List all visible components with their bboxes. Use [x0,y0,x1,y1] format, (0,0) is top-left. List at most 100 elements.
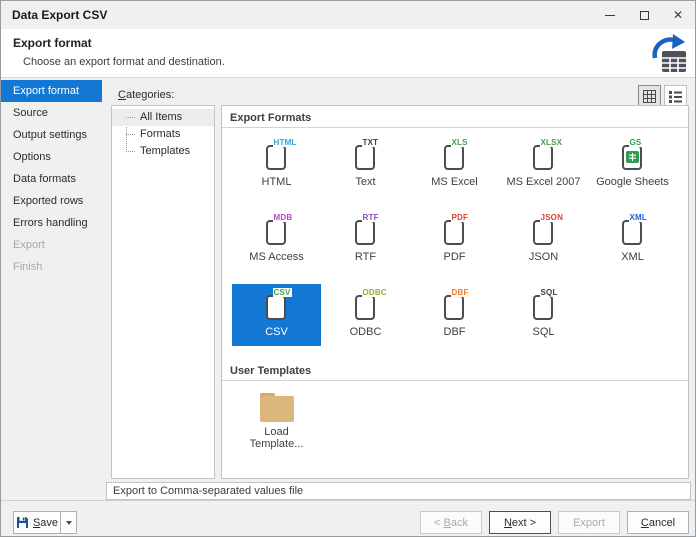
cancel-button[interactable]: Cancel [627,511,689,534]
document-icon: HTML [253,137,301,173]
save-button[interactable]: Save [13,511,60,534]
format-label: CSV [265,326,288,338]
document-icon: CSV [253,287,301,323]
format-tile-ms-excel[interactable]: XLS MS Excel [410,134,499,196]
document-icon: XLS [431,137,479,173]
format-tag: XML [629,213,649,222]
page-subtitle: Choose an export format and destination. [23,56,225,68]
format-label: RTF [355,251,376,263]
close-icon: ✕ [673,9,683,21]
format-tag: SQL [540,288,559,297]
window-title: Data Export CSV [1,8,593,22]
export-table-arrow-icon [644,31,688,75]
format-tile-text[interactable]: TXT Text [321,134,410,196]
format-label: Google Sheets [596,176,669,188]
document-icon: TXT [342,137,390,173]
sidebar-item-source[interactable]: Source [1,102,102,124]
export-formats-grid: HTML HTML TXT Text XLS MS Excel XLSX MS … [222,128,688,359]
export-formats-group-header: Export Formats [222,106,688,128]
format-tag: RTF [362,213,380,222]
page-title: Export format [13,36,92,50]
format-label: DBF [444,326,466,338]
sidebar-item-options[interactable]: Options [1,146,102,168]
format-tile-google-sheets[interactable]: GS Google Sheets [588,134,677,196]
wizard-header: Export format Choose an export format an… [1,29,695,78]
format-tag: XLSX [540,138,564,147]
format-tag: XLS [451,138,469,147]
back-button: < Back [420,511,482,534]
title-bar: Data Export CSV ✕ [1,1,695,29]
format-tile-pdf[interactable]: PDF PDF [410,209,499,271]
tree-item-formats[interactable]: Formats [112,126,214,143]
user-templates-grid: Load Template... [222,381,688,472]
next-button[interactable]: Next > [489,511,551,534]
tree-item-templates[interactable]: Templates [112,143,214,160]
window-controls: ✕ [593,1,695,29]
format-label: XML [621,251,644,263]
format-tile-xml[interactable]: XML XML [588,209,677,271]
sidebar-item-exported-rows[interactable]: Exported rows [1,190,102,212]
format-tile-csv[interactable]: CSV CSV [232,284,321,346]
format-label: ODBC [350,326,382,338]
format-tag: GS [629,138,643,147]
chevron-down-icon [66,521,72,525]
maximize-icon [640,11,649,20]
sidebar-item-errors-handling[interactable]: Errors handling [1,212,102,234]
format-description-text: Export to Comma-separated values file [113,485,303,497]
sidebar-item-finish: Finish [1,256,102,278]
save-split-button: Save [13,511,77,534]
format-tile-ms-access[interactable]: MDB MS Access [232,209,321,271]
save-label: Save [33,517,58,529]
format-label: MS Excel 2007 [507,176,581,188]
document-icon: RTF [342,212,390,248]
format-tile-json[interactable]: JSON JSON [499,209,588,271]
format-label: HTML [262,176,292,188]
document-icon: PDF [431,212,479,248]
save-dropdown-button[interactable] [60,511,77,534]
categories-tree: All Items Formats Templates [111,105,215,479]
maximize-button[interactable] [627,1,661,29]
format-label: Text [355,176,375,188]
document-icon: XML [609,212,657,248]
format-label: MS Access [249,251,303,263]
format-tile-html[interactable]: HTML HTML [232,134,321,196]
sidebar-item-output-settings[interactable]: Output settings [1,124,102,146]
close-button[interactable]: ✕ [661,1,695,29]
minimize-button[interactable] [593,1,627,29]
format-label: JSON [529,251,558,263]
user-templates-group-header: User Templates [222,359,688,381]
format-tag: DBF [451,288,470,297]
format-tile-ms-excel-2007[interactable]: XLSX MS Excel 2007 [499,134,588,196]
sidebar-item-export: Export [1,234,102,256]
format-tile-rtf[interactable]: RTF RTF [321,209,410,271]
export-formats-panel: Export Formats HTML HTML TXT Text XLS MS… [221,105,689,479]
format-tag: TXT [362,138,380,147]
load-template-label: Load Template... [246,426,308,450]
format-label: MS Excel [431,176,477,188]
format-tag: HTML [273,138,298,147]
format-description-bar: Export to Comma-separated values file [106,482,691,500]
document-icon: MDB [253,212,301,248]
grid-view-icon [643,90,656,103]
sidebar-item-data-formats[interactable]: Data formats [1,168,102,190]
format-tag: MDB [273,213,294,222]
sidebar-item-export-format[interactable]: Export format [1,80,102,102]
format-label: PDF [444,251,466,263]
document-icon: SQL [520,287,568,323]
sheet-grid-icon [626,151,639,163]
format-tile-sql[interactable]: SQL SQL [499,284,588,346]
document-icon: ODBC [342,287,390,323]
export-button: Export [558,511,620,534]
folder-icon [260,393,294,423]
minimize-icon [605,15,615,16]
format-tile-dbf[interactable]: DBF DBF [410,284,499,346]
format-tag: CSV [273,288,292,297]
list-view-icon [669,90,682,103]
load-template-tile[interactable]: Load Template... [232,387,321,459]
data-export-dialog: Data Export CSV ✕ Export format Choose a… [0,0,696,537]
footer-bar: Save < Back Next > Export Cancel [1,500,695,537]
tree-item-all-items[interactable]: All Items [112,109,214,126]
wizard-nav-buttons: < Back Next > Export Cancel [420,511,689,534]
document-icon: JSON [520,212,568,248]
format-tile-odbc[interactable]: ODBC ODBC [321,284,410,346]
